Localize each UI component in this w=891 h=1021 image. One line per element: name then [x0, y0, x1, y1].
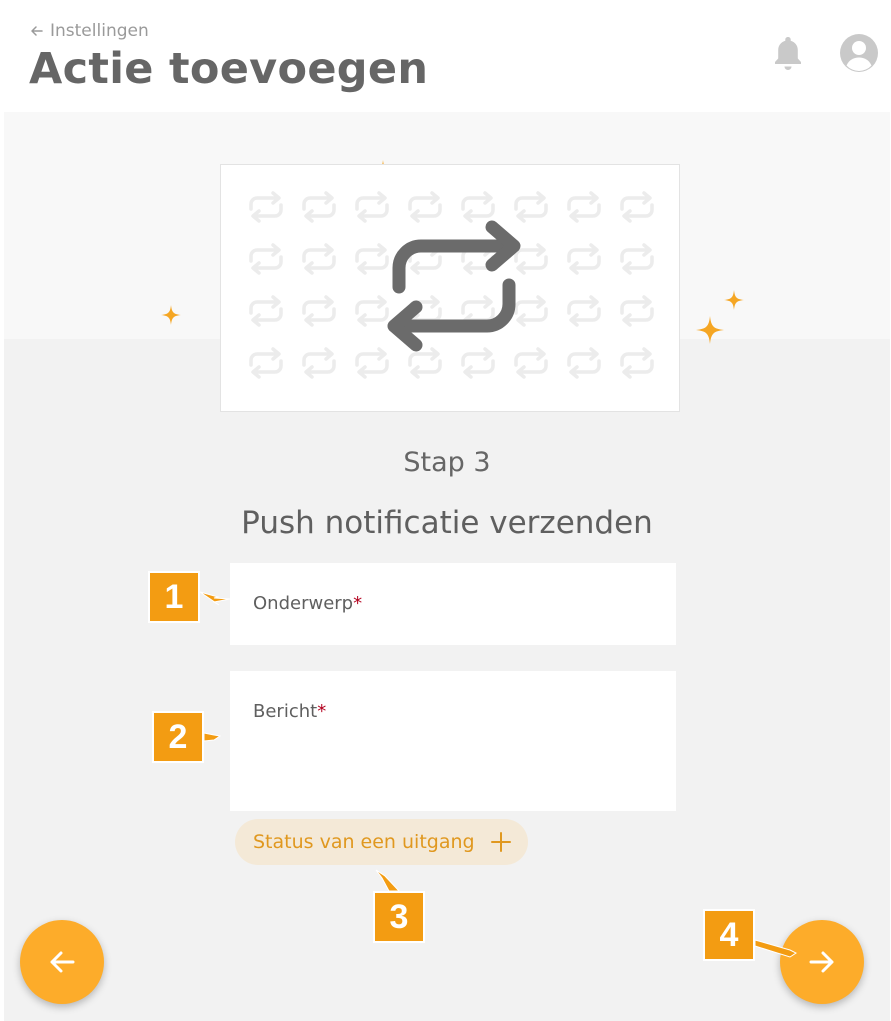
next-step-button[interactable]: [780, 920, 864, 1004]
previous-step-button[interactable]: [20, 920, 104, 1004]
required-mark: *: [317, 701, 327, 722]
add-output-status-button[interactable]: Status van een uitgang: [235, 819, 528, 865]
page-header: Instellingen Actie toevoegen: [4, 0, 890, 112]
sparkle-icon: [161, 305, 181, 325]
add-output-status-label: Status van een uitgang: [253, 831, 475, 853]
required-mark: *: [353, 593, 363, 614]
sparkle-icon: [696, 316, 724, 344]
callout-badge-2: 2: [152, 711, 204, 763]
back-link[interactable]: Instellingen: [30, 21, 149, 41]
app-frame: Instellingen Actie toevoegen Stap 3 Push…: [4, 0, 890, 1021]
bell-icon[interactable]: [770, 34, 806, 72]
page-title: Actie toevoegen: [29, 44, 429, 94]
message-field[interactable]: Bericht*: [230, 671, 676, 811]
subject-field[interactable]: Onderwerp*: [230, 563, 676, 645]
callout-badge-3: 3: [373, 891, 425, 943]
arrow-left-icon: [50, 951, 75, 973]
callout-badge-4: 4: [703, 909, 755, 961]
arrow-left-icon: [31, 26, 43, 36]
sparkle-icon: [724, 290, 744, 310]
arrow-right-icon: [809, 951, 834, 973]
repeat-arrows-icon: [387, 220, 521, 352]
message-field-label: Bericht*: [253, 701, 327, 722]
callout-badge-1: 1: [148, 571, 200, 623]
back-link-label: Instellingen: [50, 21, 149, 41]
illustration-card: [220, 164, 680, 412]
step-label: Stap 3: [403, 447, 491, 478]
plus-icon: [491, 832, 511, 852]
step-title: Push notificatie verzenden: [241, 505, 653, 541]
subject-field-label: Onderwerp*: [253, 593, 363, 614]
user-avatar-icon[interactable]: [839, 33, 879, 73]
